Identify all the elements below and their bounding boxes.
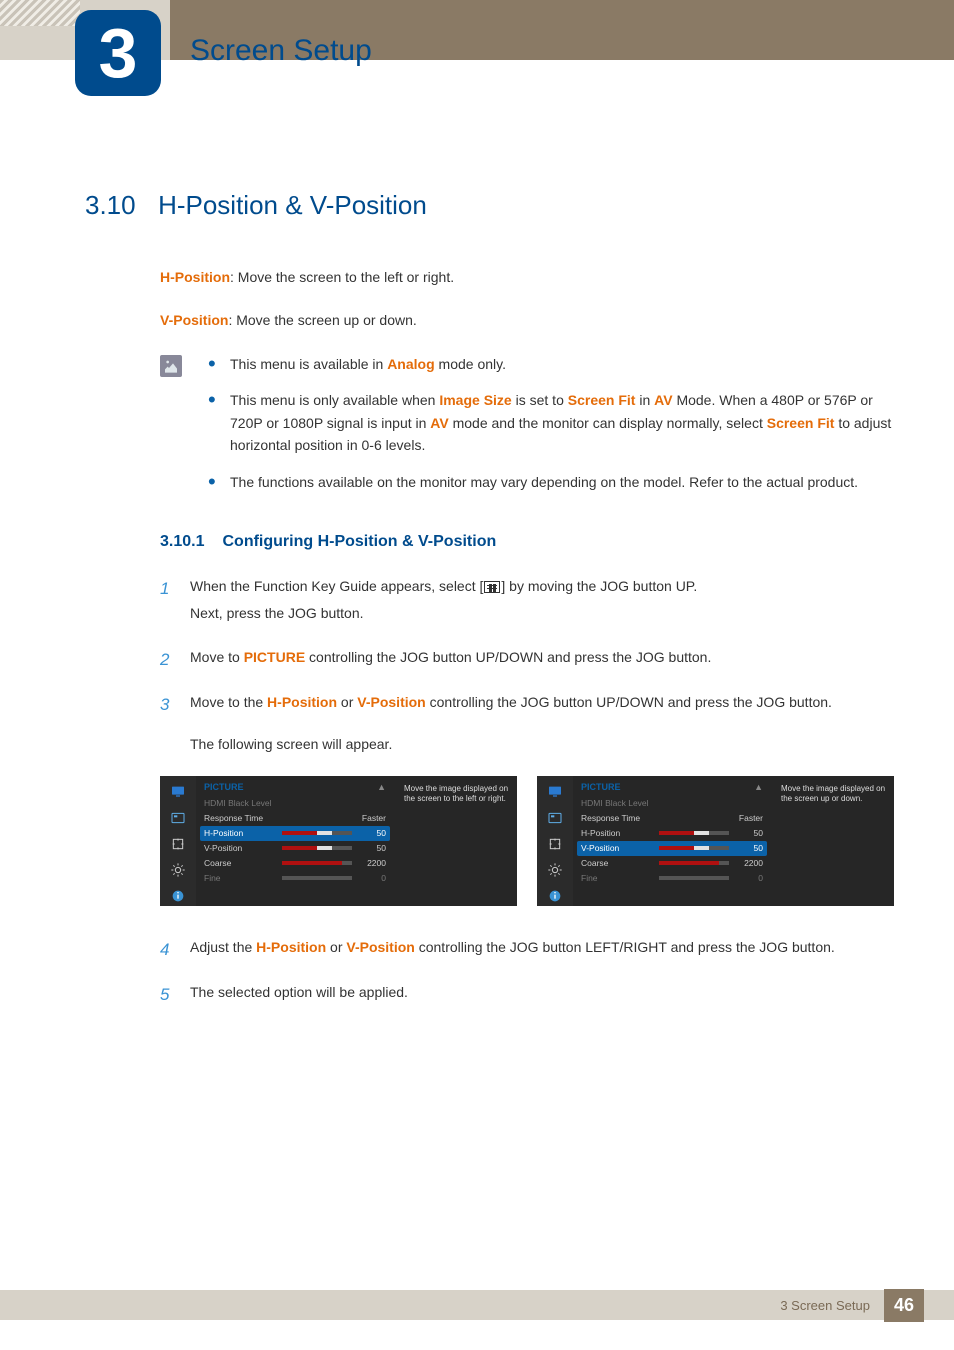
up-arrow-icon: ▲ <box>754 782 763 792</box>
chapter-title: Screen Setup <box>190 34 372 68</box>
intro-hposition: H-Position: Move the screen to the left … <box>160 267 894 288</box>
gear-icon <box>545 861 565 880</box>
gear-icon <box>168 861 188 880</box>
note-item-vary: The functions available on the monitor m… <box>208 471 894 493</box>
info-icon <box>545 887 565 906</box>
info-icon <box>168 887 188 906</box>
osd-row-fine: Fine0 <box>200 871 390 886</box>
osd-title: PICTURE <box>204 782 244 792</box>
step-number: 3 <box>160 689 169 721</box>
osd-main-column: PICTURE ▲ HDMI Black Level Response TimeF… <box>573 776 773 906</box>
intro-vposition: V-Position: Move the screen up or down. <box>160 310 894 331</box>
osd-row-hposition-selected: H-Position50 <box>200 826 390 841</box>
osd-row-hposition: H-Position50 <box>577 826 767 841</box>
osd-description: Move the image displayed on the screen t… <box>396 776 517 906</box>
vposition-label: V-Position <box>160 312 228 328</box>
osd-row-response: Response TimeFaster <box>577 811 767 826</box>
hposition-text: : Move the screen to the left or right. <box>230 269 454 285</box>
osd-icon-column <box>160 776 196 906</box>
step-number: 2 <box>160 644 169 676</box>
slider-icon <box>659 831 729 835</box>
step-3: 3 Move to the H-Position or V-Position c… <box>160 689 894 758</box>
footer-text: 3 Screen Setup <box>780 1298 870 1313</box>
osd-row-hdmi: HDMI Black Level <box>200 796 390 811</box>
subsection-number: 3.10.1 <box>160 533 204 550</box>
osd-panel-vposition: PICTURE ▲ HDMI Black Level Response TimeF… <box>537 776 894 906</box>
monitor-icon <box>545 782 565 801</box>
section-number: 3.10 <box>85 190 136 221</box>
vposition-text: : Move the screen up or down. <box>228 312 416 328</box>
osd-title: PICTURE <box>581 782 621 792</box>
slider-icon <box>659 861 729 865</box>
slider-icon <box>282 831 352 835</box>
subsection-title: Configuring H-Position & V-Position <box>222 533 496 550</box>
menu-icon <box>484 581 500 593</box>
osd-icon-column <box>537 776 573 906</box>
section-heading: 3.10 H-Position & V-Position <box>85 190 894 221</box>
osd-row-vposition-selected: V-Position50 <box>577 841 767 856</box>
step-number: 5 <box>160 979 169 1011</box>
page-number: 46 <box>884 1289 924 1322</box>
hposition-label: H-Position <box>160 269 230 285</box>
step-3-sub: The following screen will appear. <box>190 731 894 758</box>
osd-row-response: Response TimeFaster <box>200 811 390 826</box>
step-2: 2 Move to PICTURE controlling the JOG bu… <box>160 644 894 671</box>
footer-bar: 3 Screen Setup 46 <box>0 1290 954 1320</box>
step-number: 1 <box>160 573 169 605</box>
osd-row-coarse: Coarse2200 <box>577 856 767 871</box>
chapter-badge: 3 <box>75 10 161 96</box>
note-block: This menu is available in Analog mode on… <box>160 353 894 493</box>
step-5: 5 The selected option will be applied. <box>160 979 894 1006</box>
step-1: 1 When the Function Key Guide appears, s… <box>160 573 894 626</box>
step-1-sub: Next, press the JOG button. <box>190 600 894 627</box>
osd-panel-hposition: PICTURE ▲ HDMI Black Level Response TimeF… <box>160 776 517 906</box>
slider-icon <box>659 846 729 850</box>
note-icon <box>160 355 182 377</box>
picture-icon <box>545 808 565 827</box>
slider-icon <box>282 846 352 850</box>
slider-icon <box>282 861 352 865</box>
osd-main-column: PICTURE ▲ HDMI Black Level Response TimeF… <box>196 776 396 906</box>
monitor-icon <box>168 782 188 801</box>
osd-row-coarse: Coarse2200 <box>200 856 390 871</box>
step-4: 4 Adjust the H-Position or V-Position co… <box>160 934 894 961</box>
resize-icon <box>545 834 565 853</box>
osd-row-fine: Fine0 <box>577 871 767 886</box>
resize-icon <box>168 834 188 853</box>
step-number: 4 <box>160 934 169 966</box>
slider-icon <box>282 876 352 880</box>
chapter-number: 3 <box>99 18 138 88</box>
section-title: H-Position & V-Position <box>158 190 427 221</box>
header-hatched <box>0 0 80 26</box>
up-arrow-icon: ▲ <box>377 782 386 792</box>
osd-row-hdmi: HDMI Black Level <box>577 796 767 811</box>
osd-description: Move the image displayed on the screen u… <box>773 776 894 906</box>
subsection-heading: 3.10.1 Configuring H-Position & V-Positio… <box>160 533 894 551</box>
slider-icon <box>659 876 729 880</box>
note-item-image-size: This menu is only available when Image S… <box>208 389 894 456</box>
note-item-analog: This menu is available in Analog mode on… <box>208 353 894 375</box>
picture-icon <box>168 808 188 827</box>
osd-row-vposition: V-Position50 <box>200 841 390 856</box>
